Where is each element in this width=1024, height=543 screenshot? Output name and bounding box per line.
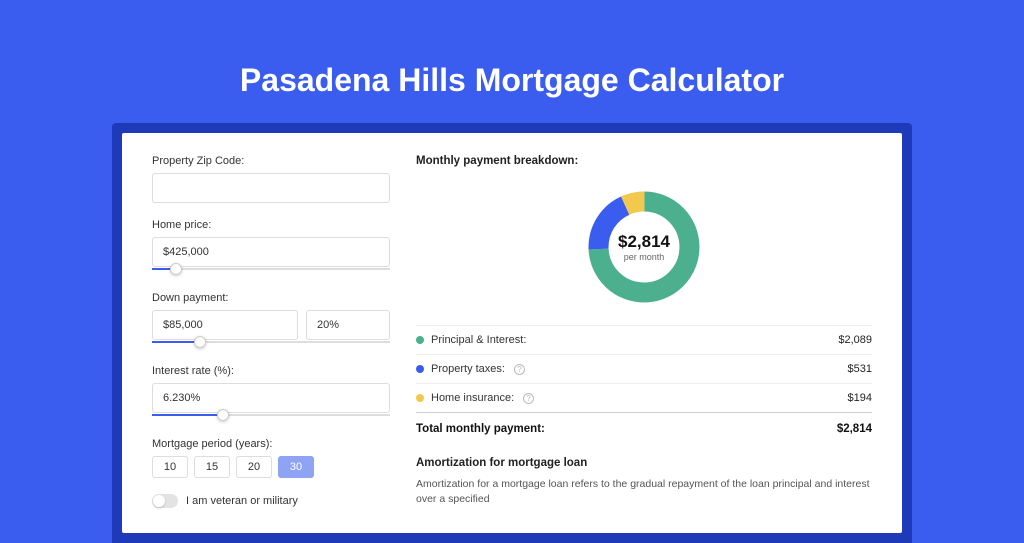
down-payment-percent-input[interactable] (306, 310, 390, 340)
page-title: Pasadena Hills Mortgage Calculator (0, 0, 1024, 123)
amortization-text: Amortization for a mortgage loan refers … (416, 477, 872, 506)
form-panel: Property Zip Code: Home price: Down paym… (152, 155, 390, 533)
help-icon[interactable]: ? (514, 364, 525, 375)
donut-chart: $2,814 per month (416, 175, 872, 325)
interest-field: Interest rate (%): (152, 365, 390, 422)
veteran-label: I am veteran or military (186, 495, 298, 507)
legend-row-principal: Principal & Interest: $2,089 (416, 325, 872, 354)
legend-amount: $194 (848, 392, 872, 404)
legend-label: Property taxes: (431, 363, 505, 375)
legend-dot-icon (416, 394, 424, 402)
down-payment-slider[interactable] (152, 339, 390, 349)
home-price-label: Home price: (152, 219, 390, 231)
down-payment-amount-input[interactable] (152, 310, 298, 340)
legend-row-insurance: Home insurance: ? $194 (416, 383, 872, 412)
amortization-section: Amortization for mortgage loan Amortizat… (416, 457, 872, 506)
breakdown-title: Monthly payment breakdown: (416, 155, 872, 167)
calculator-card: Property Zip Code: Home price: Down paym… (122, 133, 902, 533)
donut-amount: $2,814 (618, 232, 670, 252)
total-amount: $2,814 (837, 423, 872, 435)
legend-dot-icon (416, 365, 424, 373)
donut-center: $2,814 per month (618, 232, 670, 262)
legend-amount: $2,089 (838, 334, 872, 346)
legend-label: Principal & Interest: (431, 334, 526, 346)
zip-input[interactable] (152, 173, 390, 203)
home-price-field: Home price: (152, 219, 390, 276)
donut-sub: per month (618, 252, 670, 262)
interest-input[interactable] (152, 383, 390, 413)
amortization-title: Amortization for mortgage loan (416, 457, 872, 469)
down-payment-field: Down payment: (152, 292, 390, 349)
legend-amount: $531 (848, 363, 872, 375)
zip-field: Property Zip Code: (152, 155, 390, 203)
slider-handle[interactable] (194, 336, 206, 348)
home-price-slider[interactable] (152, 266, 390, 276)
period-btn-10[interactable]: 10 (152, 456, 188, 478)
veteran-row: I am veteran or military (152, 494, 390, 508)
period-options: 10 15 20 30 (152, 456, 390, 478)
total-row: Total monthly payment: $2,814 (416, 412, 872, 435)
slider-handle[interactable] (170, 263, 182, 275)
down-payment-label: Down payment: (152, 292, 390, 304)
period-btn-15[interactable]: 15 (194, 456, 230, 478)
period-label: Mortgage period (years): (152, 438, 390, 450)
period-btn-30[interactable]: 30 (278, 456, 314, 478)
slider-handle[interactable] (217, 409, 229, 421)
period-btn-20[interactable]: 20 (236, 456, 272, 478)
legend-label: Home insurance: (431, 392, 514, 404)
total-label: Total monthly payment: (416, 423, 545, 435)
legend-dot-icon (416, 336, 424, 344)
period-field: Mortgage period (years): 10 15 20 30 (152, 438, 390, 478)
calculator-frame: Property Zip Code: Home price: Down paym… (112, 123, 912, 543)
interest-label: Interest rate (%): (152, 365, 390, 377)
breakdown-panel: Monthly payment breakdown: $2,814 per mo… (416, 155, 872, 533)
interest-slider[interactable] (152, 412, 390, 422)
home-price-input[interactable] (152, 237, 390, 267)
zip-label: Property Zip Code: (152, 155, 390, 167)
toggle-knob (153, 495, 165, 507)
veteran-toggle[interactable] (152, 494, 178, 508)
help-icon[interactable]: ? (523, 393, 534, 404)
legend-row-taxes: Property taxes: ? $531 (416, 354, 872, 383)
